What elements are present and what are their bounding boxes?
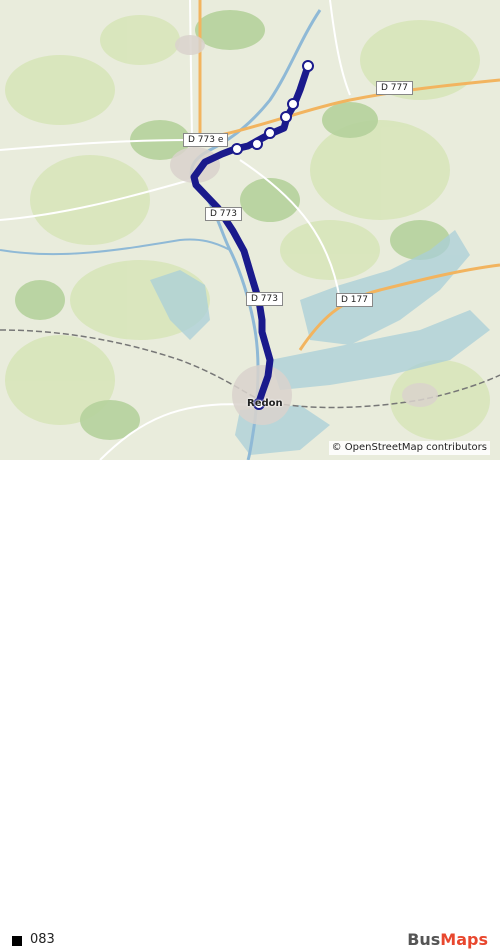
river-tributary (0, 238, 231, 256)
bus-stop[interactable] (302, 60, 314, 72)
road-label-d773e: D 773 e (183, 133, 229, 147)
map-view[interactable]: D 777 D 773 e D 773 D 773 D 177 Redon © … (0, 0, 500, 460)
road-label-d773-mid: D 773 (205, 207, 242, 221)
bus-stop[interactable] (251, 138, 263, 150)
route-name-label: 083 (30, 932, 55, 947)
road-label-d773-low: D 773 (246, 292, 283, 306)
brand-part-2: Maps (440, 930, 488, 949)
town-label: Redon (247, 398, 283, 409)
road-label-d777: D 777 (376, 81, 413, 95)
bus-stop[interactable] (280, 111, 292, 123)
bus-stop[interactable] (287, 98, 299, 110)
road-label-d177: D 177 (336, 293, 373, 307)
bus-stop[interactable] (231, 143, 243, 155)
map-canvas (0, 0, 500, 460)
footer-legend: 083 BusMaps (0, 460, 500, 949)
map-attribution[interactable]: © OpenStreetMap contributors (328, 441, 490, 455)
brand-part-1: Bus (407, 930, 441, 949)
busmaps-logo[interactable]: BusMaps (407, 930, 488, 950)
bus-stop[interactable] (264, 127, 276, 139)
route-color-swatch (12, 936, 22, 946)
